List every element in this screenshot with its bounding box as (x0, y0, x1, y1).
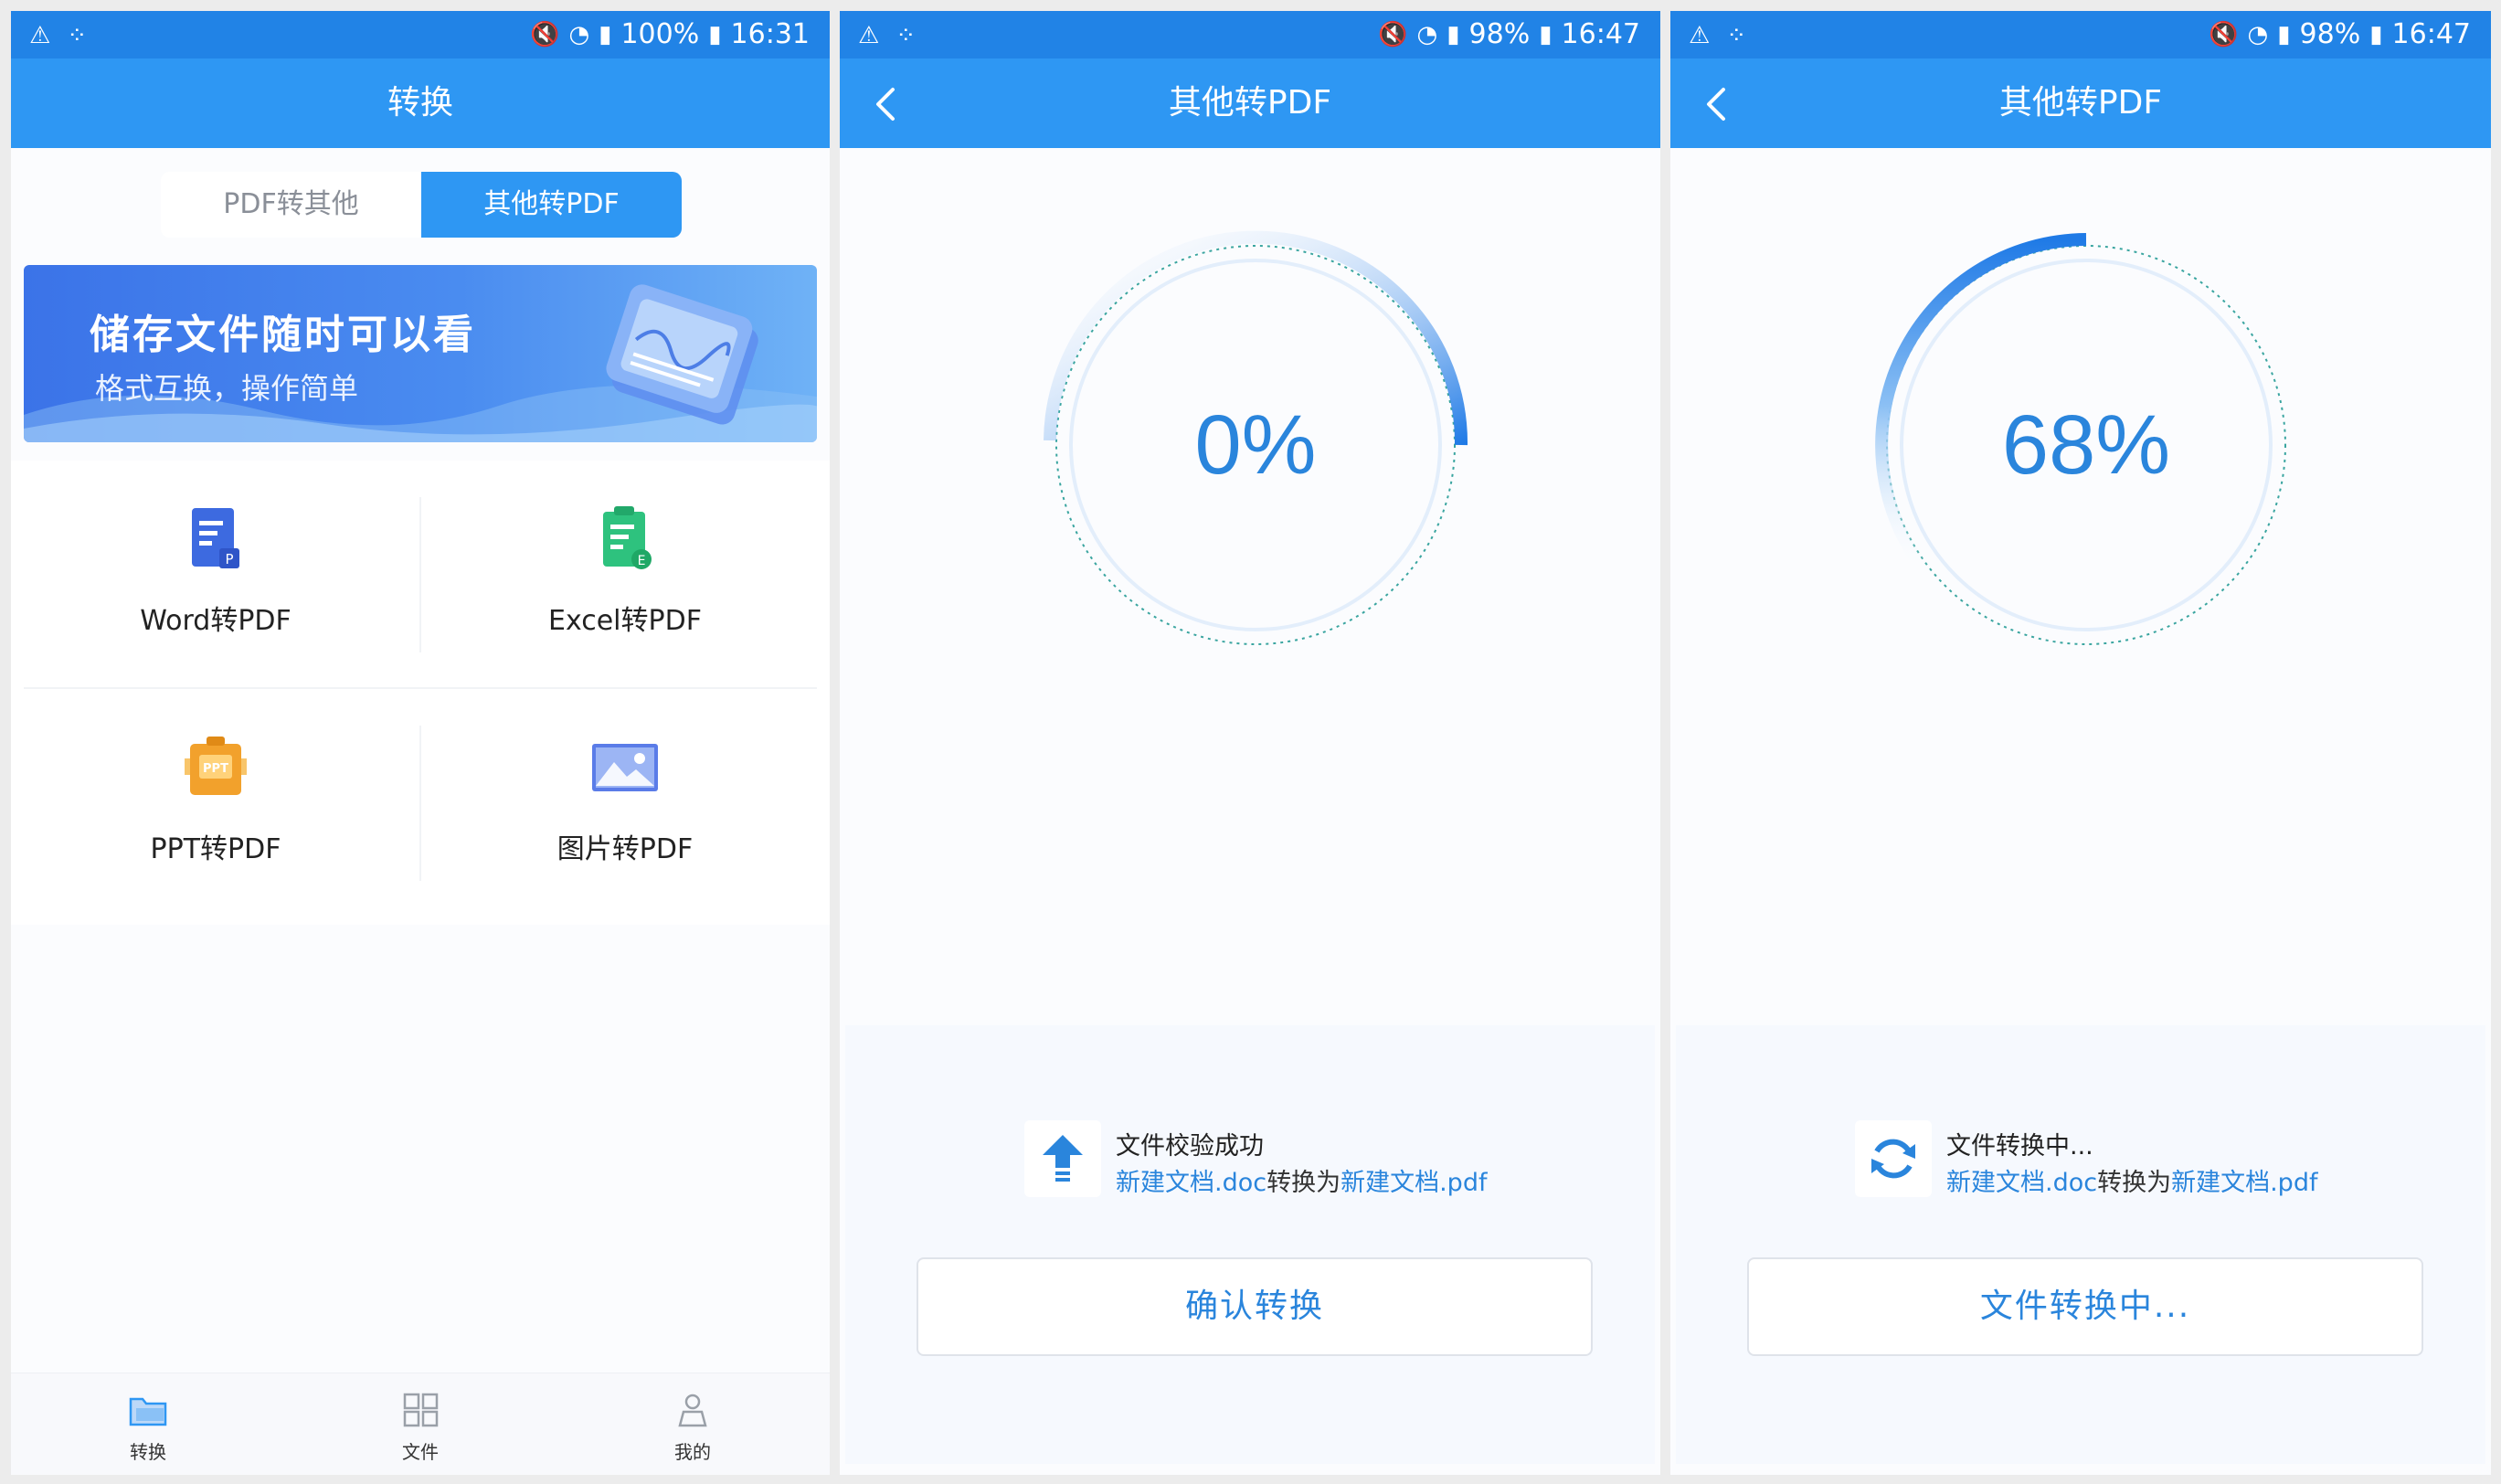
source-file-name: 新建文档.doc (1116, 1169, 1267, 1197)
file-conversion-detail: 新建文档.doc转换为新建文档.pdf (1946, 1162, 2317, 1198)
svg-text:P: P (225, 551, 233, 567)
file-status-icon-box (1024, 1120, 1101, 1197)
tab-label: 转换 (130, 1441, 166, 1463)
convert-home-screen: ⚠ ⁘ 🔇 ◔ ▮ 100% ▮ 16:31 转换 PDF转其他 其他转PDF … (11, 11, 830, 1475)
status-bar: ⚠ ⁘ 🔇 ◔ ▮ 100% ▮ 16:31 (11, 11, 830, 58)
battery-icon: ▮ (2369, 21, 2383, 48)
converting-status-button[interactable]: 文件转换中... (1747, 1257, 2423, 1356)
battery-icon: ▮ (708, 21, 722, 48)
tab-mine[interactable]: 我的 (556, 1373, 830, 1475)
banner-subtitle: 格式互换，操作简单 (95, 371, 359, 406)
file-status-title: 文件转换中... (1946, 1132, 2093, 1161)
svg-text:E: E (638, 554, 646, 568)
wifi-icon: ◔ (2247, 21, 2269, 48)
file-conversion-detail: 新建文档.doc转换为新建文档.pdf (1116, 1162, 1487, 1198)
app-bar: 其他转PDF (1670, 58, 2491, 148)
battery-percent: 100% (620, 18, 700, 50)
upload-arrow-icon (1043, 1135, 1083, 1182)
tool-label: Excel转PDF (548, 605, 702, 637)
tab-pdf-to-other[interactable]: PDF转其他 (161, 172, 421, 238)
source-file-name: 新建文档.doc (1946, 1169, 2098, 1197)
mute-icon: 🔇 (530, 21, 560, 48)
wifi-icon: ◔ (1416, 21, 1438, 48)
battery-percent: 98% (2299, 18, 2361, 50)
wifi-icon: ◔ (568, 21, 590, 48)
refresh-icon (1871, 1139, 1915, 1179)
signal-icon: ▮ (2277, 21, 2291, 48)
target-file-name: 新建文档.pdf (1341, 1169, 1488, 1197)
tab-convert[interactable]: 转换 (11, 1373, 285, 1475)
page-title: 其他转PDF (1998, 84, 2163, 122)
page-title: 其他转PDF (1168, 84, 1332, 122)
clock: 16:47 (2391, 18, 2471, 50)
status-bar: ⚠ ⁘ 🔇 ◔ ▮ 98% ▮ 16:47 (1670, 11, 2491, 58)
conversion-direction-toggle: PDF转其他 其他转PDF (161, 172, 682, 238)
files-grid-icon (403, 1393, 439, 1427)
file-status-panel: 文件转换中... 新建文档.doc转换为新建文档.pdf 文件转换中... (1676, 1025, 2485, 1464)
tool-ppt-to-pdf[interactable]: PPT PPT转PDF (11, 689, 420, 917)
battery-icon: ▮ (1539, 21, 1553, 48)
mute-icon: 🔇 (1378, 21, 1408, 48)
app-grid-icon: ⁘ (1726, 22, 1747, 49)
tool-excel-to-pdf[interactable]: E Excel转PDF (420, 461, 830, 689)
converting-screen: ⚠ ⁘ 🔇 ◔ ▮ 98% ▮ 16:47 其他转PDF 68% 文件转换中..… (1670, 11, 2491, 1475)
warning-icon: ⚠ (1689, 22, 1711, 49)
tab-other-to-pdf[interactable]: 其他转PDF (421, 172, 682, 238)
tab-files[interactable]: 文件 (283, 1373, 557, 1475)
app-bar: 转换 (11, 58, 830, 148)
image-icon (592, 744, 658, 791)
app-grid-icon: ⁘ (895, 22, 917, 49)
convert-confirm-screen: ⚠ ⁘ 🔇 ◔ ▮ 98% ▮ 16:47 其他转PDF 0% 文件校验成功 新… (840, 11, 1660, 1475)
banner-title: 储存文件随时可以看 (90, 312, 476, 358)
svg-text:PPT: PPT (203, 762, 228, 776)
convert-folder-icon (129, 1397, 167, 1426)
file-status-icon-box (1855, 1120, 1932, 1197)
warning-icon: ⚠ (29, 22, 51, 49)
clock: 16:31 (730, 18, 810, 50)
tool-label: Word转PDF (140, 605, 291, 637)
connector-text: 转换为 (2097, 1169, 2172, 1197)
status-bar: ⚠ ⁘ 🔇 ◔ ▮ 98% ▮ 16:47 (840, 11, 1660, 58)
word-doc-icon: P (192, 508, 239, 568)
app-grid-icon: ⁘ (67, 22, 88, 49)
excel-doc-icon: E (603, 506, 652, 569)
signal-icon: ▮ (1447, 21, 1460, 48)
tool-image-to-pdf[interactable]: 图片转PDF (420, 689, 830, 917)
file-status-panel: 文件校验成功 新建文档.doc转换为新建文档.pdf 确认转换 (845, 1025, 1655, 1464)
connector-text: 转换为 (1266, 1169, 1341, 1197)
mute-icon: 🔇 (2209, 21, 2239, 48)
bottom-tab-bar: 转换 文件 我的 (11, 1373, 830, 1475)
tool-label: PPT转PDF (150, 833, 281, 865)
profile-icon (678, 1394, 707, 1427)
battery-percent: 98% (1468, 18, 1531, 50)
tool-label: 图片转PDF (556, 833, 694, 865)
tab-label: 文件 (402, 1441, 439, 1463)
progress-percent: 68% (2001, 398, 2171, 492)
progress-percent: 0% (1194, 398, 1317, 492)
target-file-name: 新建文档.pdf (2171, 1169, 2318, 1197)
ppt-doc-icon: PPT (185, 737, 247, 795)
file-status-title: 文件校验成功 (1116, 1132, 1264, 1161)
app-bar: 其他转PDF (840, 58, 1660, 148)
page-title: 转换 (387, 84, 453, 122)
confirm-convert-button[interactable]: 确认转换 (917, 1257, 1593, 1356)
tool-word-to-pdf[interactable]: P Word转PDF (11, 461, 420, 689)
document-illustration-icon (606, 284, 758, 425)
promo-banner[interactable]: 储存文件随时可以看 格式互换，操作简单 (24, 265, 817, 442)
clock: 16:47 (1561, 18, 1640, 50)
tab-label: 我的 (674, 1441, 711, 1463)
tool-grid: P Word转PDF E Excel转PDF PPT PPT转PDF 图片转PD… (11, 461, 830, 925)
warning-icon: ⚠ (858, 22, 880, 49)
signal-icon: ▮ (599, 21, 612, 48)
